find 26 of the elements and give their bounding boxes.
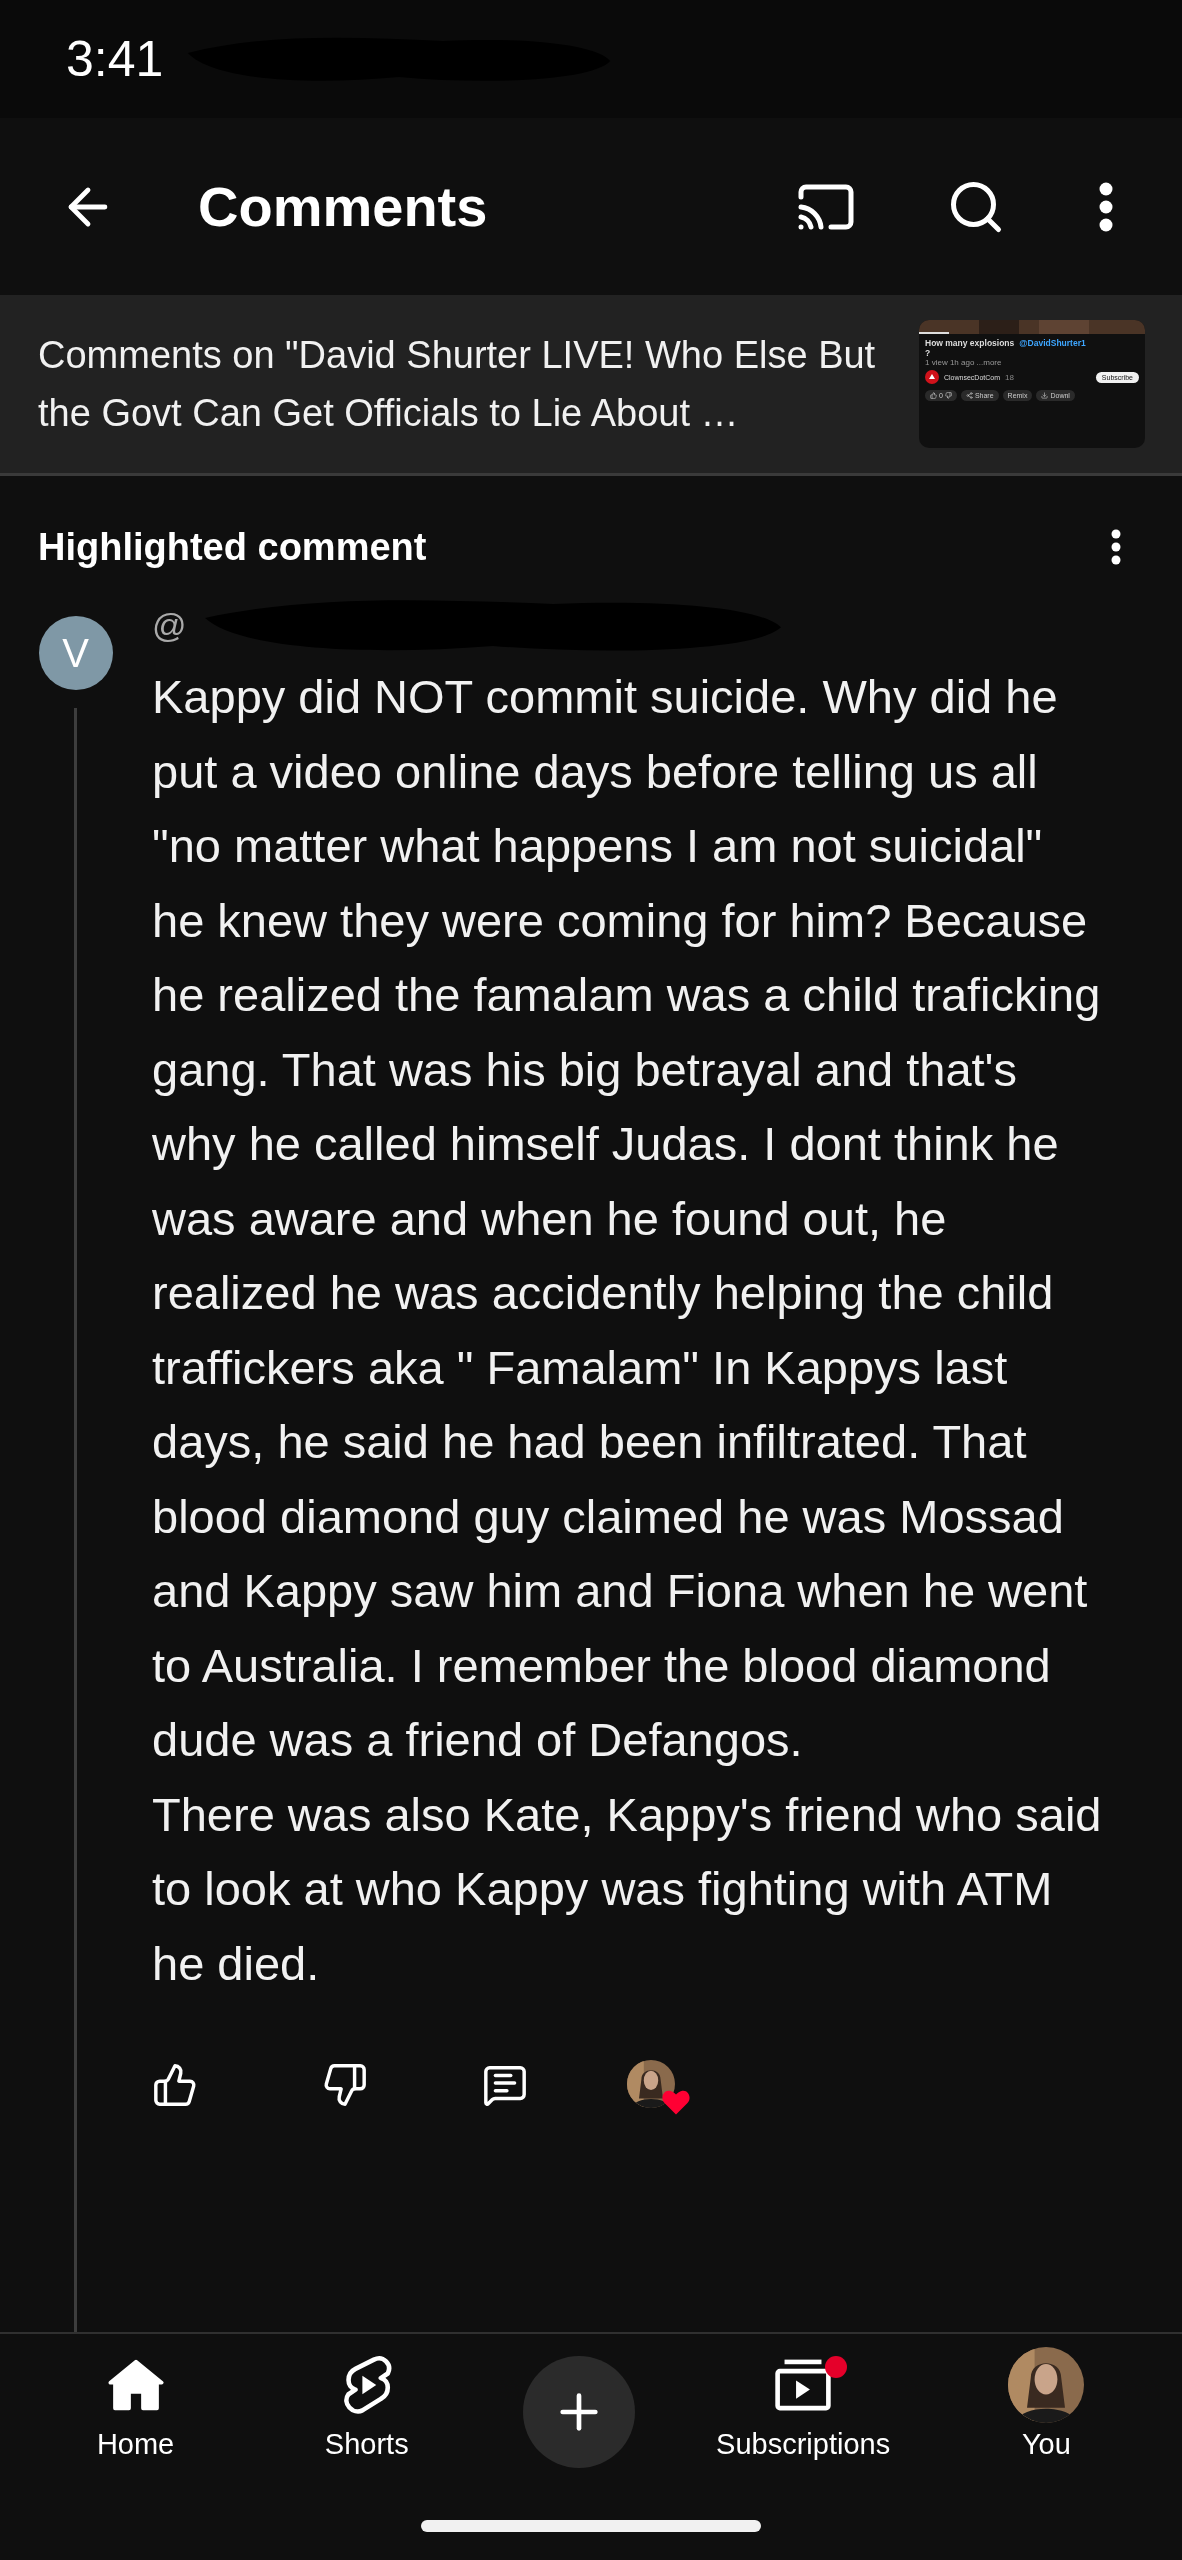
- comment-text: There was also Kate, Kappy's friend who said to look at who Kappy was fighting with ATM he died.: [152, 1786, 1103, 1992]
- page-title: Comments: [198, 174, 489, 239]
- subscriber-count: 18: [1005, 372, 1014, 382]
- thumbs-up-icon: [152, 2062, 198, 2108]
- more-icon: [1099, 181, 1113, 232]
- channel-logo-icon: [925, 370, 939, 384]
- comment-text: Kappy did NOT commit suicide. Why did he put a video online days before telling us all "no matter what happens I am not suicidal" he knew they were coming for him? Because he realized the famalam was a child traficking gang. That was his big betrayal and that's why he called himself Judas. I dont think he was aware and when he found out, he realized he was accidently helping the child traffickers aka " Famalam" In Kappys last days, he said he had been infiltrated. That blood diamond guy claimed he was Mossad and Kappy saw him and Fiona when he went to Australia. I remember the blood diamond dude was a friend of Defangos.: [152, 669, 1102, 1768]
- nav-tab[interactable]: Shorts: [291, 2344, 442, 2461]
- share-icon: [965, 392, 973, 399]
- thumbs-down-icon: [944, 392, 952, 399]
- section-title: Highlighted comment: [38, 525, 427, 569]
- comment-author[interactable]: @: [152, 595, 187, 655]
- status-time: 3:41: [66, 30, 164, 88]
- thumbs-down-icon: [322, 2062, 368, 2108]
- short-title-end: ?: [925, 348, 931, 358]
- short-title: How many explosions: [925, 338, 1015, 348]
- heart-icon: [661, 2088, 691, 2116]
- nav-tab[interactable]: Subscriptions: [716, 2344, 891, 2461]
- short-meta: 1 view 1h ago ...more: [925, 358, 1002, 367]
- nav-tab[interactable]: Home: [60, 2344, 211, 2461]
- mention-link[interactable]: @DavidShurter1: [1019, 338, 1086, 348]
- nav-tab[interactable]: You: [971, 2344, 1122, 2461]
- video-caption: Comments on "David Shurter LIVE! Who Else But the Govt Can Get Officials to Lie About …: [38, 333, 877, 436]
- thumbs-up-icon: [930, 392, 937, 399]
- download-icon: [1041, 392, 1049, 399]
- more-icon: [1111, 529, 1121, 565]
